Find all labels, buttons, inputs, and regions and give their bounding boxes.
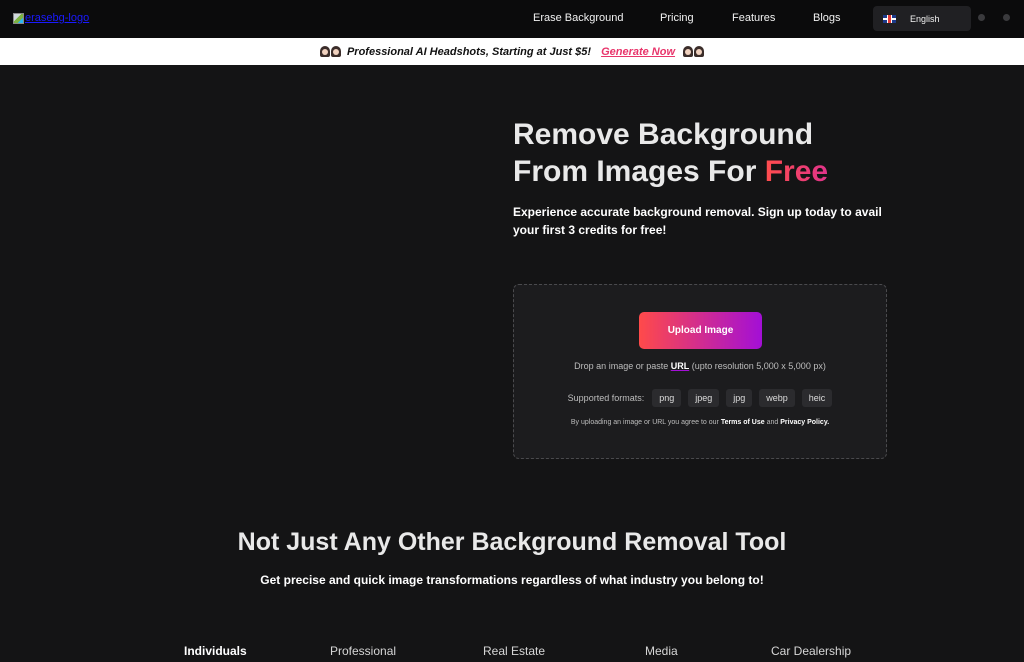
format-chip-jpeg: jpeg xyxy=(688,389,720,407)
format-chip-webp: webp xyxy=(759,389,795,407)
nav-erase-background[interactable]: Erase Background xyxy=(533,12,624,24)
terms-notice: By uploading an image or URL you agree t… xyxy=(570,419,830,426)
section-title: Not Just Any Other Background Removal To… xyxy=(237,528,787,556)
formats-label: Supported formats: xyxy=(567,393,645,403)
nav-features[interactable]: Features xyxy=(732,12,775,24)
tab-professional[interactable]: Professional xyxy=(330,644,396,658)
hero-title-line1: Remove Background xyxy=(513,118,814,151)
upload-image-button[interactable]: Upload Image xyxy=(639,312,762,349)
generate-now-link[interactable]: Generate Now xyxy=(601,46,675,58)
upload-dropzone[interactable]: Upload Image Drop an image or paste URL … xyxy=(513,284,887,459)
privacy-policy-link[interactable]: Privacy Policy. xyxy=(780,419,829,426)
uk-flag-icon xyxy=(883,14,896,23)
section-subtitle: Get precise and quick image transformati… xyxy=(260,573,764,587)
language-selector[interactable]: English xyxy=(873,6,971,31)
broken-image-icon xyxy=(13,12,24,24)
tab-car-dealership[interactable]: Car Dealership xyxy=(771,644,851,658)
hero-title-line2: From Images For xyxy=(513,155,765,188)
status-dot-icon xyxy=(1003,14,1010,21)
site-logo[interactable]: erasebg-logo xyxy=(13,12,89,24)
format-chip-png: png xyxy=(652,389,682,407)
status-dot-icon xyxy=(978,14,985,21)
supported-formats: Supported formats: png jpeg jpg webp hei… xyxy=(514,389,886,407)
promo-banner: Professional AI Headshots, Starting at J… xyxy=(0,38,1024,65)
hero-title-accent: Free xyxy=(764,155,829,188)
top-navbar: erasebg-logo Erase Background Pricing Fe… xyxy=(0,0,1024,38)
nav-pricing[interactable]: Pricing xyxy=(660,12,694,24)
paste-url-link[interactable]: URL xyxy=(671,361,690,371)
language-label: English xyxy=(910,13,940,24)
tab-media[interactable]: Media xyxy=(645,644,678,658)
tab-real-estate[interactable]: Real Estate xyxy=(483,644,545,658)
headshot-avatars-icon xyxy=(683,46,705,57)
format-chip-heic: heic xyxy=(801,389,833,407)
hero-title: Remove Background From Images For Free xyxy=(513,116,933,190)
tab-individuals[interactable]: Individuals xyxy=(184,644,247,658)
format-chip-jpg: jpg xyxy=(726,389,753,407)
logo-alt-text: erasebg-logo xyxy=(25,12,90,24)
nav-blogs[interactable]: Blogs xyxy=(813,12,841,24)
promo-text: Professional AI Headshots, Starting at J… xyxy=(346,45,592,58)
headshot-avatars-icon xyxy=(319,46,341,57)
hero-subtitle: Experience accurate background removal. … xyxy=(513,205,882,237)
terms-of-use-link[interactable]: Terms of Use xyxy=(721,419,765,426)
drop-instructions: Drop an image or paste URL (upto resolut… xyxy=(574,361,826,371)
